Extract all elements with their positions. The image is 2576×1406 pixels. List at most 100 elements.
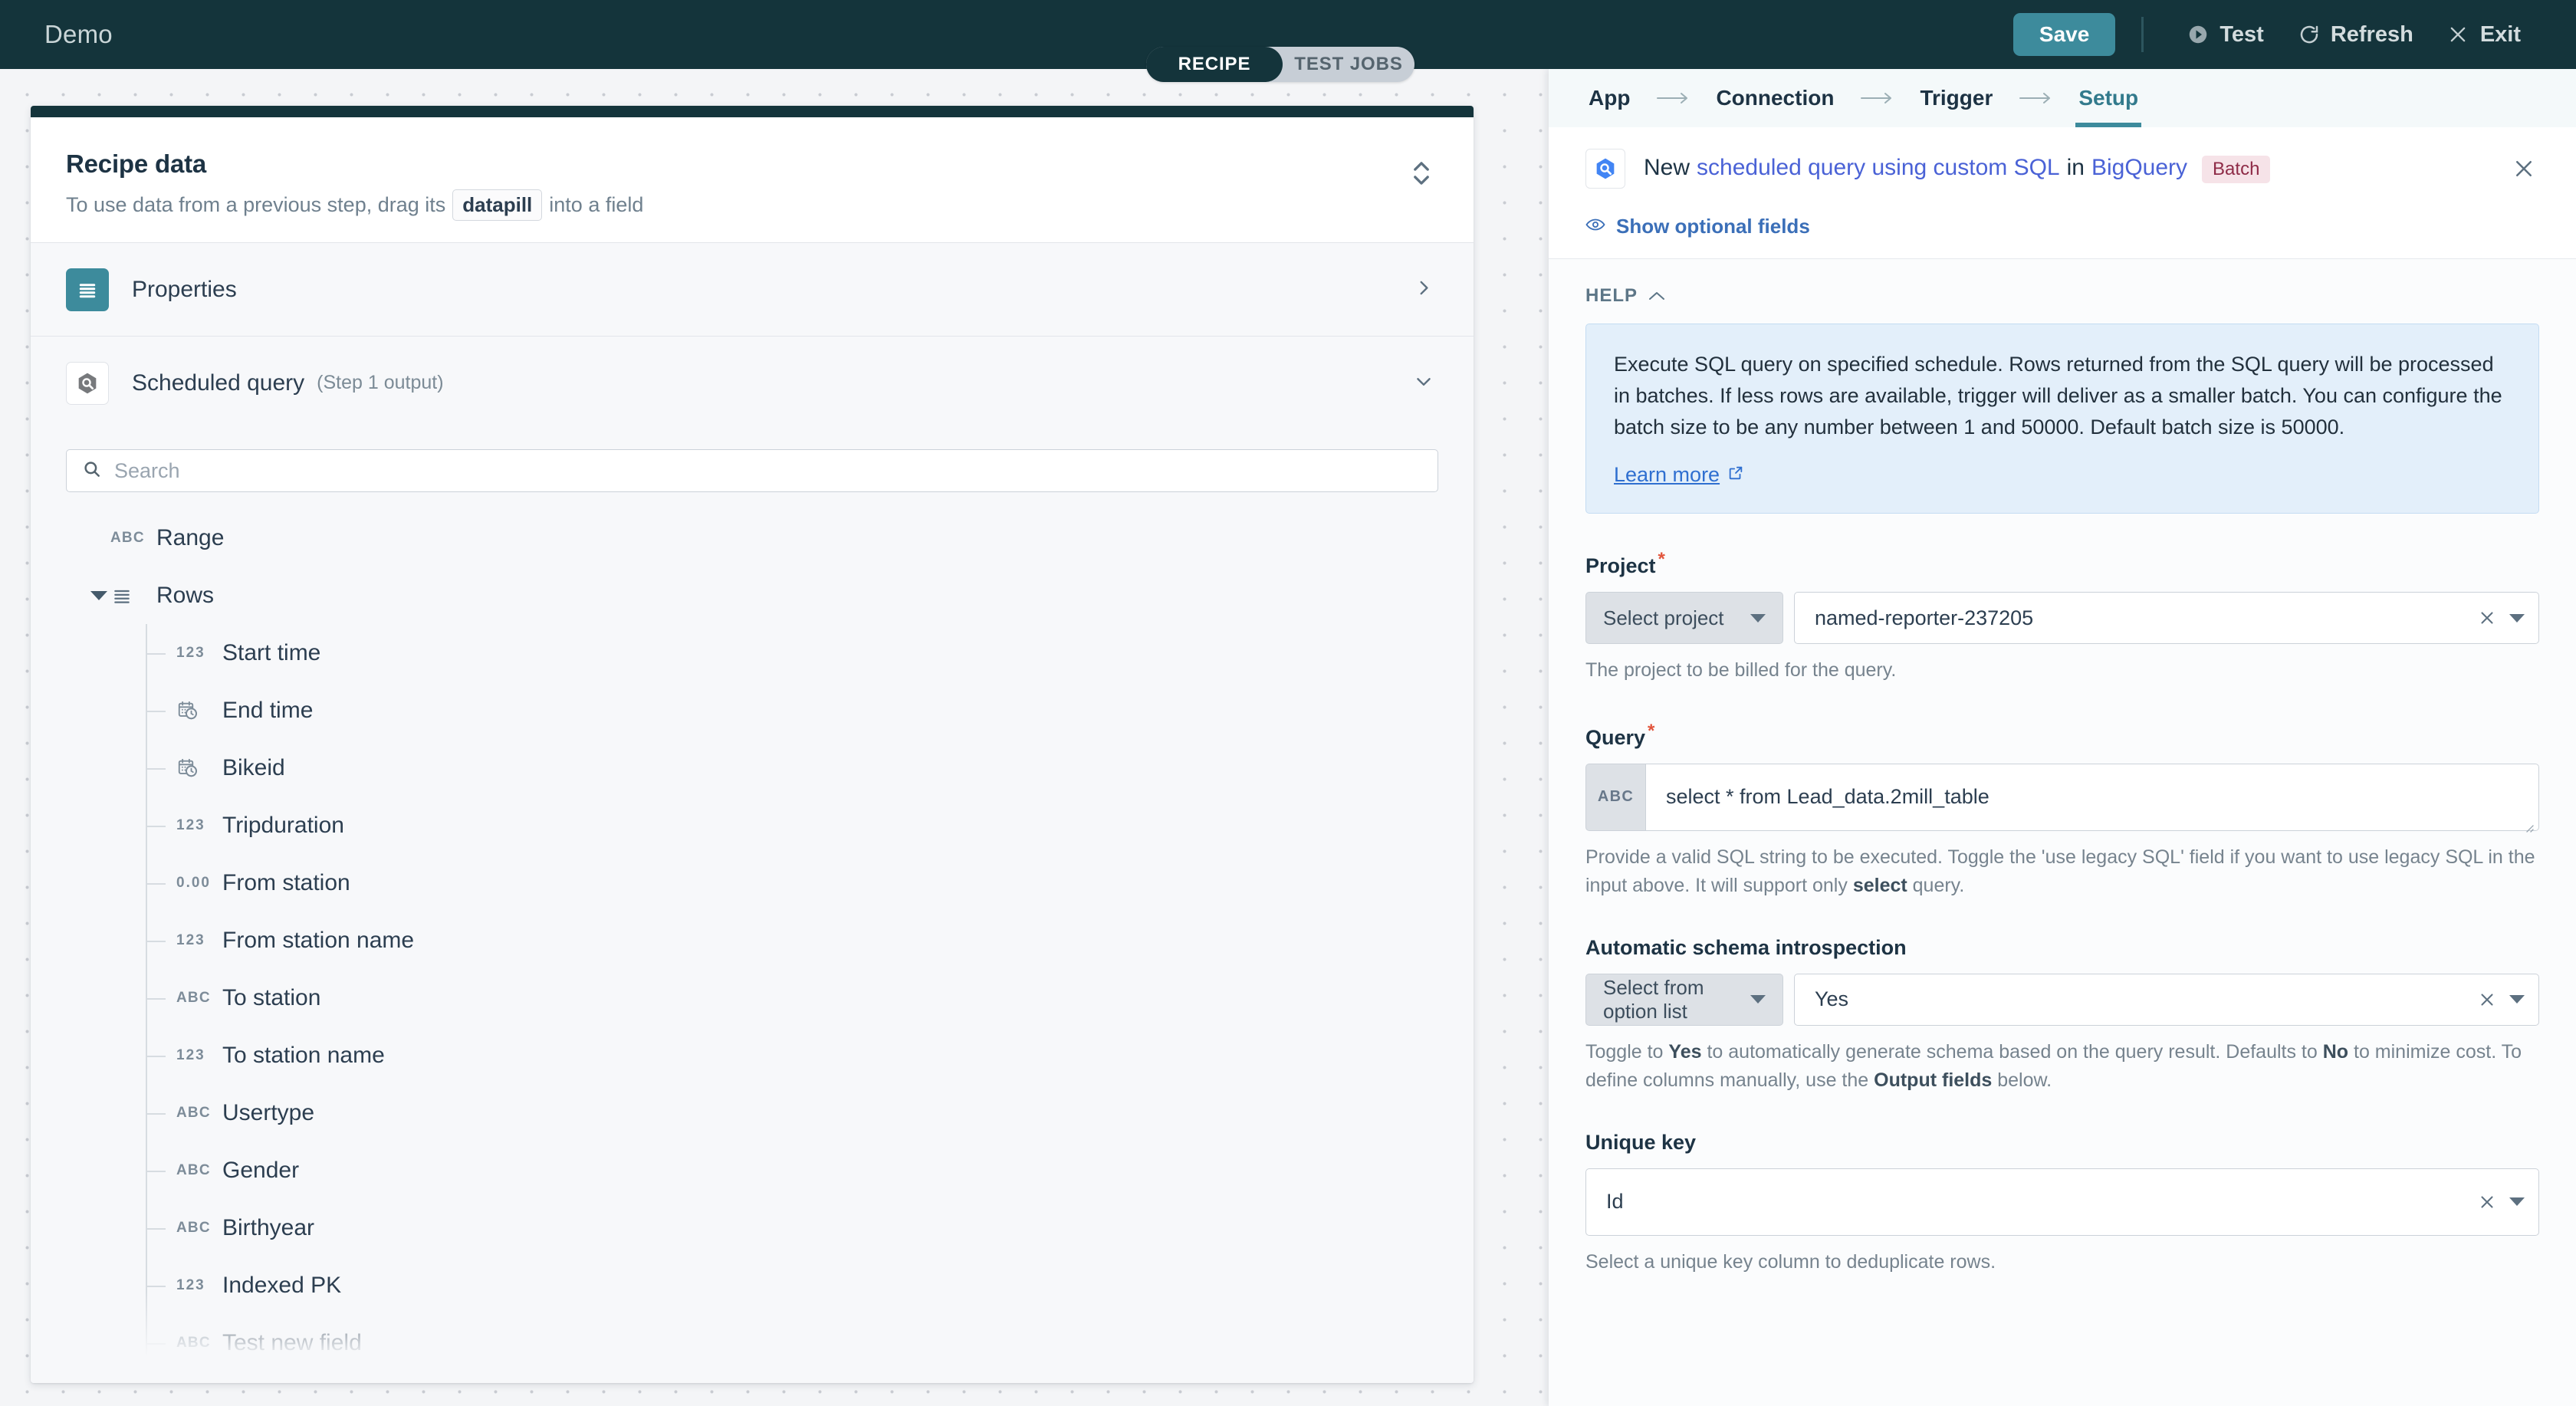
schema-hint-bold-no: No [2323, 1041, 2348, 1063]
step-title-app-link[interactable]: BigQuery [2091, 155, 2187, 181]
exit-button-label: Exit [2480, 24, 2521, 46]
schema-hint-bold-output: Output fields [1874, 1069, 1992, 1091]
show-optional-fields-row[interactable]: Show optional fields [1549, 207, 2576, 259]
datapill-item[interactable]: End time [31, 682, 1474, 739]
tab-setup[interactable]: Setup [2075, 69, 2141, 127]
chevron-up-icon[interactable] [1648, 285, 1665, 307]
save-button[interactable]: Save [2013, 13, 2115, 56]
schema-mode-select[interactable]: Select from option list [1585, 974, 1783, 1026]
field-query-label-text: Query [1585, 726, 1645, 749]
show-optional-fields-label[interactable]: Show optional fields [1616, 215, 1810, 238]
tab-app[interactable]: App [1585, 69, 1633, 127]
query-textarea[interactable]: select * from Lead_data.2mill_table [1645, 764, 2539, 831]
datapill-label: To station name [222, 1043, 385, 1069]
project-value: named-reporter-237205 [1815, 606, 2474, 630]
caret-down-icon[interactable] [90, 591, 107, 600]
unique-key-input[interactable]: Id [1585, 1168, 2539, 1236]
step-config-scroll-area[interactable]: HELP Execute SQL query on specified sche… [1549, 259, 2576, 1406]
query-hint-bold: select [1853, 875, 1907, 896]
chevron-right-icon[interactable] [1414, 278, 1434, 301]
datapill-search-wrap [31, 429, 1474, 492]
string-type-icon: ABC [110, 530, 146, 547]
string-type-icon: ABC [176, 1220, 212, 1237]
chevron-down-icon[interactable] [1750, 995, 1766, 1004]
project-value-input[interactable]: named-reporter-237205 [1794, 592, 2539, 644]
tree-guide-connector [146, 883, 166, 885]
step-title-row: New scheduled query using custom SQL in … [1549, 127, 2576, 207]
query-hint-part-1: Provide a valid SQL string to be execute… [1585, 846, 2535, 897]
datapill-item[interactable]: Bikeid [31, 739, 1474, 797]
refresh-button[interactable]: Refresh [2281, 23, 2430, 46]
tree-guide-connector [146, 998, 166, 1000]
datapill-item[interactable]: ABCRange [31, 509, 1474, 567]
datapill-item[interactable]: ABCTo station [31, 969, 1474, 1027]
datapill-item[interactable]: 123Tripduration [31, 797, 1474, 854]
number-type-icon: 123 [176, 645, 212, 662]
clear-icon[interactable] [2474, 605, 2500, 631]
exit-button[interactable]: Exit [2430, 23, 2538, 46]
chevron-down-icon[interactable] [2509, 1197, 2525, 1206]
number-type-icon: 123 [176, 1277, 212, 1294]
datapill-label: Rows [156, 583, 214, 609]
collapse-expand-toggle[interactable] [1406, 156, 1437, 191]
external-link-icon [1727, 463, 1744, 487]
datapill-item[interactable]: ABCGender [31, 1142, 1474, 1199]
clear-icon[interactable] [2474, 1189, 2500, 1215]
arrow-right-icon [1656, 90, 1690, 106]
chevron-down-icon[interactable] [1414, 371, 1434, 395]
recipe-row-scheduled-query[interactable]: Scheduled query (Step 1 output) [31, 336, 1474, 429]
clear-icon[interactable] [2474, 987, 2500, 1013]
tab-test-jobs[interactable]: TEST JOBS [1283, 47, 1414, 82]
field-project-label-text: Project [1585, 554, 1656, 577]
datapill-item[interactable]: Rows [31, 567, 1474, 624]
status-badge: Batch [2202, 156, 2270, 183]
tab-connection[interactable]: Connection [1713, 69, 1837, 127]
schema-mode-select-label: Select from option list [1603, 976, 1750, 1023]
chevron-down-icon[interactable] [2509, 995, 2525, 1004]
tree-guide-connector [146, 826, 166, 827]
string-type-icon: ABC [176, 1335, 212, 1352]
datapill-label: Test new field [222, 1330, 362, 1356]
datapill-chip[interactable]: datapill [452, 189, 542, 221]
field-schema-label: Automatic schema introspection [1585, 936, 2539, 960]
close-panel-button[interactable] [2509, 153, 2539, 184]
datapill-label: End time [222, 698, 313, 724]
recipe-row-sublabel: (Step 1 output) [317, 372, 443, 394]
required-asterisk: * [1658, 549, 1665, 570]
query-hint-part-2: query. [1907, 875, 1965, 896]
help-section-header[interactable]: HELP [1585, 285, 2539, 307]
test-button-label: Test [2220, 24, 2263, 46]
tree-guide-connector [146, 1343, 166, 1345]
search-input[interactable] [114, 459, 1422, 483]
datapill-item[interactable]: 123From station name [31, 912, 1474, 969]
arrow-right-icon [2019, 90, 2052, 106]
search-box[interactable] [66, 449, 1438, 492]
schema-hint-bold-yes: Yes [1668, 1041, 1701, 1063]
datapill-item[interactable]: 123Start time [31, 624, 1474, 682]
datapill-item[interactable]: ABC Test new field [31, 1314, 1474, 1372]
refresh-button-label: Refresh [2331, 24, 2413, 46]
schema-value-input[interactable]: Yes [1794, 974, 2539, 1026]
datapill-item[interactable]: 0.00From station [31, 854, 1474, 912]
search-icon [82, 459, 102, 483]
step-title-action-link[interactable]: scheduled query using custom SQL [1697, 155, 2060, 181]
chevron-down-icon[interactable] [2509, 614, 2525, 623]
project-mode-select[interactable]: Select project [1585, 592, 1783, 644]
datapill-item[interactable]: ABCUsertype [31, 1084, 1474, 1142]
learn-more-link[interactable]: Learn more [1614, 463, 1744, 487]
datapill-item[interactable]: ABCBirthyear [31, 1199, 1474, 1257]
recipe-row-properties[interactable]: Properties [31, 242, 1474, 336]
unique-key-value: Id [1606, 1190, 2474, 1214]
field-unique-key-label: Unique key [1585, 1131, 2539, 1155]
datapill-item[interactable]: 123Indexed PK [31, 1257, 1474, 1314]
datapill-item[interactable]: 123To station name [31, 1027, 1474, 1084]
number-type-icon: 0.00 [176, 875, 212, 892]
app-title: Demo [44, 20, 113, 49]
chevron-down-icon[interactable] [1750, 614, 1766, 623]
test-button[interactable]: Test [2170, 23, 2280, 46]
tab-trigger[interactable]: Trigger [1917, 69, 1996, 127]
datapill-label: Bikeid [222, 755, 285, 781]
tab-recipe[interactable]: RECIPE [1146, 47, 1283, 82]
recipe-row-label: Properties [132, 277, 237, 303]
resize-handle-icon[interactable] [2522, 815, 2535, 827]
